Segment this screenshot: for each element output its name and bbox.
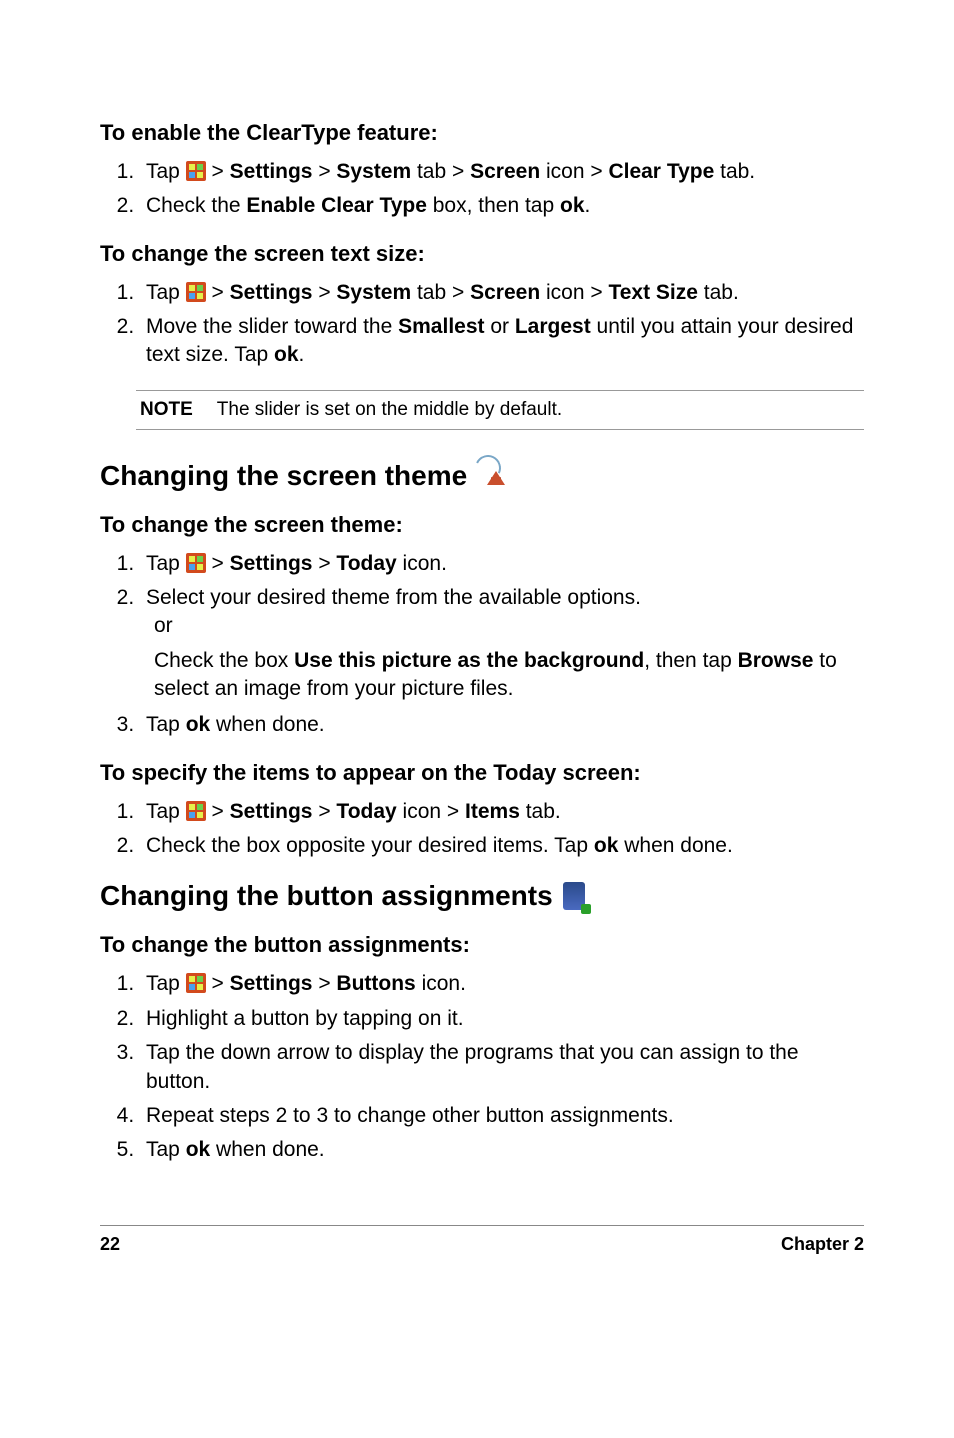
start-icon <box>186 801 206 821</box>
today-items-heading: To specify the items to appear on the To… <box>100 760 864 786</box>
textsize-heading: To change the screen text size: <box>100 241 864 267</box>
today-items-steps: Tap > Settings > Today icon > Items tab.… <box>100 798 864 861</box>
buttons-step-1: Tap > Settings > Buttons icon. <box>140 970 864 998</box>
buttons-step-4: Repeat steps 2 to 3 to change other butt… <box>140 1102 864 1130</box>
cleartype-step-1: Tap > Settings > System tab > Screen ico… <box>140 158 864 186</box>
start-icon <box>186 161 206 181</box>
today-items-step-1: Tap > Settings > Today icon > Items tab. <box>140 798 864 826</box>
theme-icon <box>477 461 507 491</box>
theme-step-2: Select your desired theme from the avail… <box>140 584 864 703</box>
page-number: 22 <box>100 1234 120 1255</box>
cleartype-step-2: Check the Enable Clear Type box, then ta… <box>140 192 864 220</box>
chapter-label: Chapter 2 <box>781 1234 864 1255</box>
theme-steps: Tap > Settings > Today icon. Select your… <box>100 550 864 740</box>
textsize-step-1: Tap > Settings > System tab > Screen ico… <box>140 279 864 307</box>
buttons-section-title: Changing the button assignments <box>100 880 864 912</box>
note-text: The slider is set on the middle by defau… <box>217 399 562 421</box>
or-text: or <box>154 612 864 640</box>
buttons-step-5: Tap ok when done. <box>140 1136 864 1164</box>
textsize-step-2: Move the slider toward the Smallest or L… <box>140 313 864 370</box>
theme-step-1: Tap > Settings > Today icon. <box>140 550 864 578</box>
today-items-step-2: Check the box opposite your desired item… <box>140 832 864 860</box>
page-footer: 22 Chapter 2 <box>100 1225 864 1255</box>
page-content: To enable the ClearType feature: Tap > S… <box>0 0 954 1438</box>
start-icon <box>186 282 206 302</box>
note-box: NOTE The slider is set on the middle by … <box>136 390 864 430</box>
theme-heading: To change the screen theme: <box>100 512 864 538</box>
buttons-step-2: Highlight a button by tapping on it. <box>140 1005 864 1033</box>
buttons-heading: To change the button assignments: <box>100 932 864 958</box>
buttons-steps: Tap > Settings > Buttons icon. Highlight… <box>100 970 864 1164</box>
buttons-icon <box>563 882 585 910</box>
cleartype-heading: To enable the ClearType feature: <box>100 120 864 146</box>
cleartype-steps: Tap > Settings > System tab > Screen ico… <box>100 158 864 221</box>
theme-step-2-detail: Check the box Use this picture as the ba… <box>154 647 864 704</box>
theme-step-3: Tap ok when done. <box>140 711 864 739</box>
theme-section-title: Changing the screen theme <box>100 460 864 492</box>
buttons-step-3: Tap the down arrow to display the progra… <box>140 1039 864 1096</box>
note-label: NOTE <box>140 399 193 421</box>
textsize-steps: Tap > Settings > System tab > Screen ico… <box>100 279 864 370</box>
start-icon <box>186 973 206 993</box>
start-icon <box>186 553 206 573</box>
